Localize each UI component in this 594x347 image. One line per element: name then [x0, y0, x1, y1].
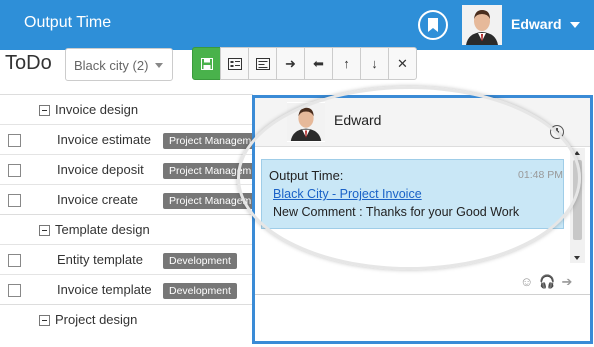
category-badge: Project Managem: [163, 193, 258, 209]
forward-icon[interactable]: ➔: [561, 274, 572, 290]
divider: [255, 294, 590, 295]
chevron-down-icon[interactable]: [570, 22, 580, 28]
save-button[interactable]: [192, 47, 221, 80]
avatar[interactable]: [462, 5, 502, 45]
headset-icon[interactable]: 🎧: [539, 274, 555, 290]
row-checkbox[interactable]: [8, 194, 21, 207]
group-row: Invoice design: [0, 94, 253, 125]
row-checkbox[interactable]: [8, 284, 21, 297]
table-row[interactable]: Entity template Development: [0, 244, 253, 275]
table-row[interactable]: Invoice template Development: [0, 274, 253, 305]
arrow-left-icon: ⬅: [313, 55, 324, 71]
group-row: Project design: [0, 304, 253, 335]
message-link[interactable]: Black City - Project Invoice: [273, 187, 422, 201]
avatar: [287, 102, 325, 142]
user-name[interactable]: Edward: [511, 16, 562, 32]
message-time: 01:48 PM: [518, 169, 563, 181]
emoji-icon[interactable]: ☺: [520, 274, 533, 290]
group-label: Project design: [55, 312, 138, 327]
group-label: Invoice design: [55, 102, 139, 117]
row-checkbox[interactable]: [8, 164, 21, 177]
message-bubble: Output Time: 01:48 PM Black City - Proje…: [261, 159, 564, 229]
bookmark-icon[interactable]: [418, 10, 448, 40]
chat-panel: Edward Output Time: 01:48 PM Black City …: [252, 95, 593, 344]
arrow-up-icon: ↑: [343, 56, 350, 71]
group-label: Template design: [55, 222, 150, 237]
collapse-icon[interactable]: [39, 315, 50, 326]
app-title: Output Time: [24, 14, 112, 31]
task-label[interactable]: Invoice estimate: [57, 132, 151, 147]
chevron-down-icon: [155, 63, 163, 68]
chat-user-name: Edward: [334, 112, 382, 128]
clock-icon[interactable]: [550, 125, 564, 139]
move-up-button[interactable]: ↑: [332, 47, 361, 80]
list-form-icon: [255, 57, 270, 70]
task-label[interactable]: Entity template: [57, 252, 143, 267]
scrollbar[interactable]: [570, 148, 585, 263]
category-badge: Project Managem: [163, 133, 258, 149]
move-right-button[interactable]: ➜: [276, 47, 305, 80]
scroll-down-icon[interactable]: [574, 256, 580, 260]
save-icon: [200, 57, 213, 70]
task-label[interactable]: Invoice deposit: [57, 162, 144, 177]
row-checkbox[interactable]: [8, 254, 21, 267]
task-label[interactable]: Invoice create: [57, 192, 138, 207]
scroll-thumb[interactable]: [573, 160, 582, 240]
page-title: ToDo: [5, 52, 52, 74]
category-badge: Development: [163, 283, 237, 299]
table-row[interactable]: Invoice estimate Project Managem: [0, 124, 258, 155]
table-row[interactable]: Invoice create Project Managem: [0, 184, 258, 215]
list-detail-icon: [227, 57, 242, 70]
category-badge: Development: [163, 253, 237, 269]
close-icon: ✕: [397, 55, 408, 71]
arrow-down-icon: ↓: [371, 56, 378, 71]
group-row: Template design: [0, 214, 253, 245]
table-row[interactable]: Invoice deposit Project Managem: [0, 154, 258, 185]
message-body: New Comment : Thanks for your Good Work: [273, 205, 520, 219]
collapse-icon[interactable]: [39, 225, 50, 236]
city-select[interactable]: Black city (2): [65, 48, 173, 81]
scroll-up-icon[interactable]: [574, 151, 580, 155]
close-button[interactable]: ✕: [388, 47, 417, 80]
task-label[interactable]: Invoice template: [57, 282, 152, 297]
collapse-icon[interactable]: [39, 105, 50, 116]
arrow-right-icon: ➜: [285, 55, 296, 71]
row-checkbox[interactable]: [8, 134, 21, 147]
list-detail-button[interactable]: [220, 47, 249, 80]
action-toolbar: ➜ ⬅ ↑ ↓ ✕: [192, 47, 417, 82]
chat-footer-icons: ☺ 🎧 ➔: [520, 274, 572, 290]
move-down-button[interactable]: ↓: [360, 47, 389, 80]
move-left-button[interactable]: ⬅: [304, 47, 333, 80]
city-select-value: Black city (2): [74, 58, 149, 73]
list-form-button[interactable]: [248, 47, 277, 80]
chat-header: Edward: [255, 98, 590, 147]
message-title: Output Time:: [269, 168, 344, 183]
category-badge: Project Managem: [163, 163, 258, 179]
app-header: Output Time Edward: [0, 0, 594, 50]
